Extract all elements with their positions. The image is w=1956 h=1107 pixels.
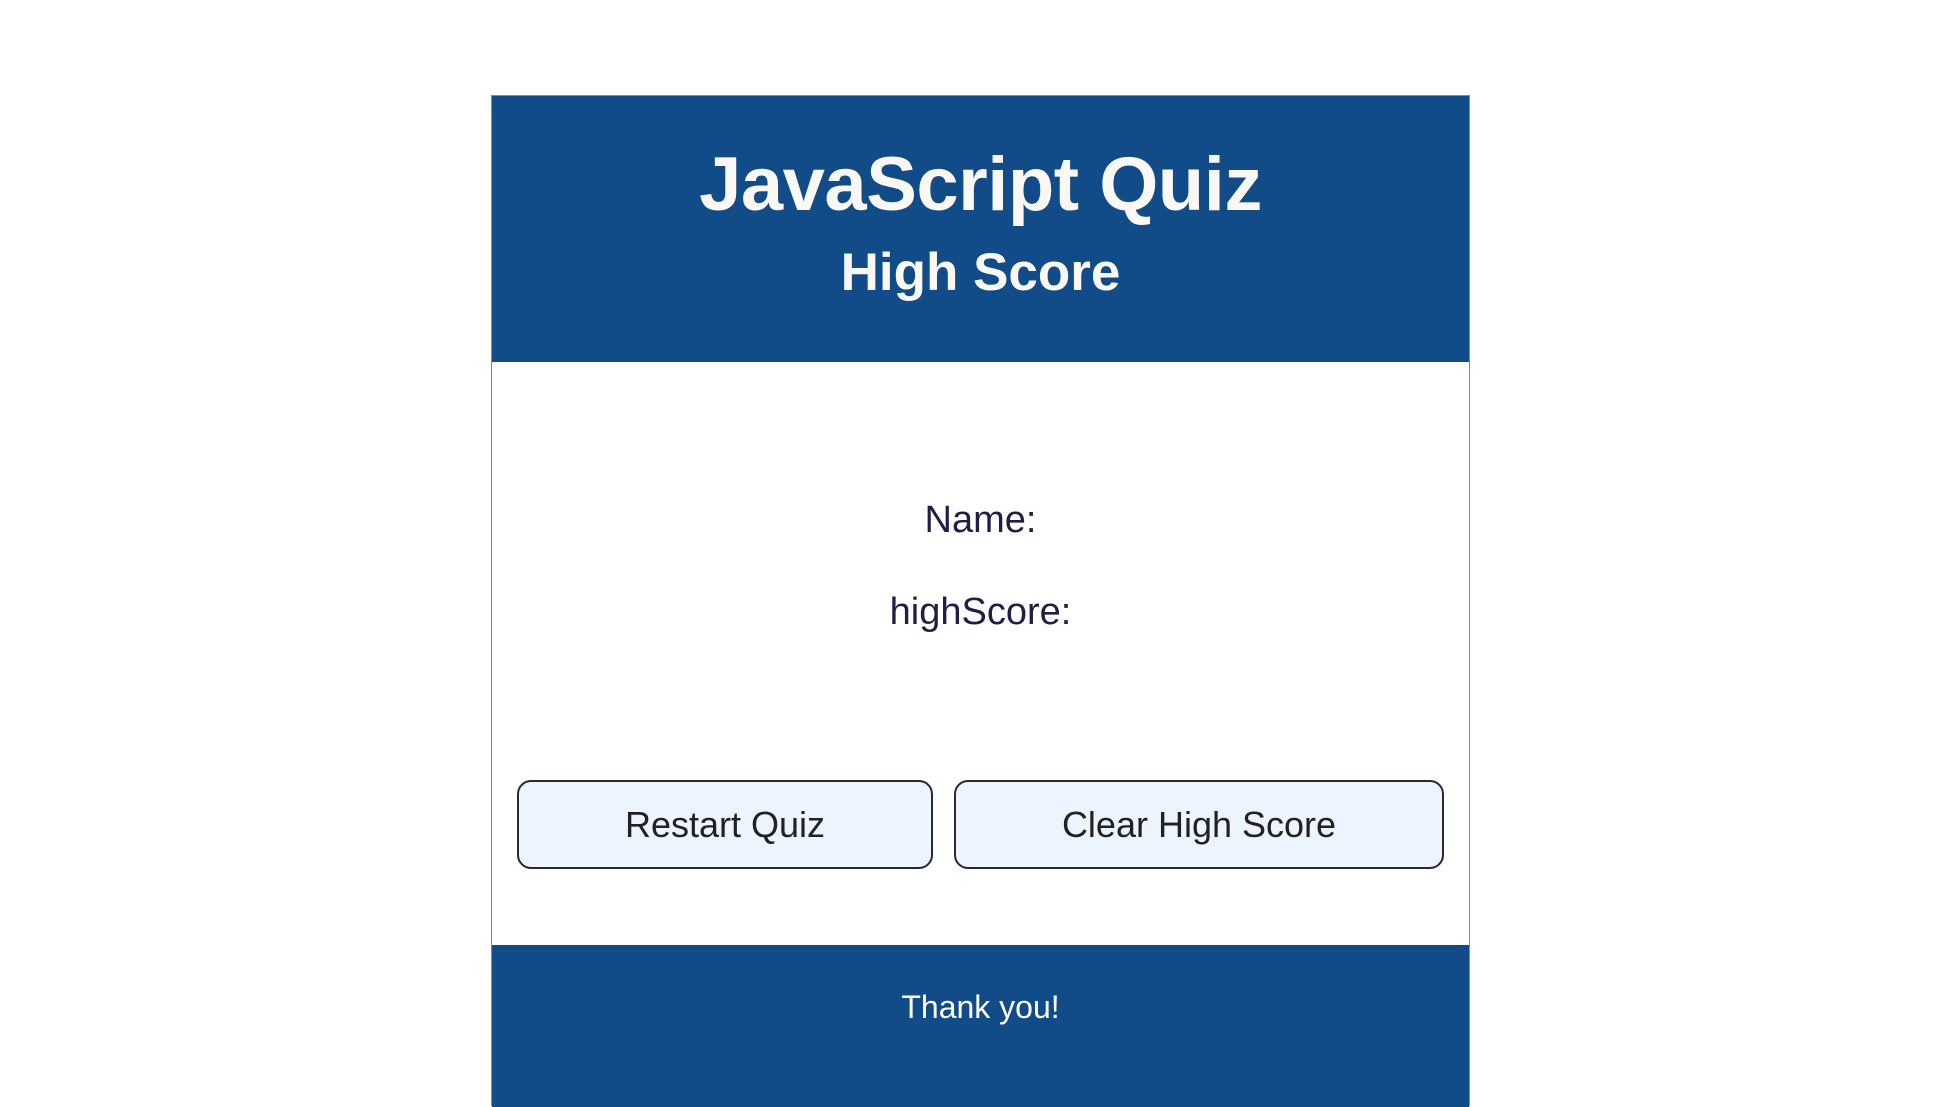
page-title: JavaScript Quiz [699, 142, 1262, 227]
clear-high-score-button[interactable]: Clear High Score [954, 780, 1444, 869]
footer-text: Thank you! [901, 989, 1060, 1025]
restart-quiz-button[interactable]: Restart Quiz [517, 780, 933, 869]
quiz-card: JavaScript Quiz High Score Name: highSco… [491, 95, 1470, 1107]
high-score-panel: Name: highScore: Restart Quiz Clear High… [492, 362, 1469, 945]
high-score-label: highScore: [889, 591, 1072, 633]
page-subtitle: High Score [840, 243, 1121, 302]
name-label: Name: [924, 499, 1037, 541]
page-footer: Thank you! [492, 945, 1469, 1107]
page-header: JavaScript Quiz High Score [492, 96, 1469, 362]
